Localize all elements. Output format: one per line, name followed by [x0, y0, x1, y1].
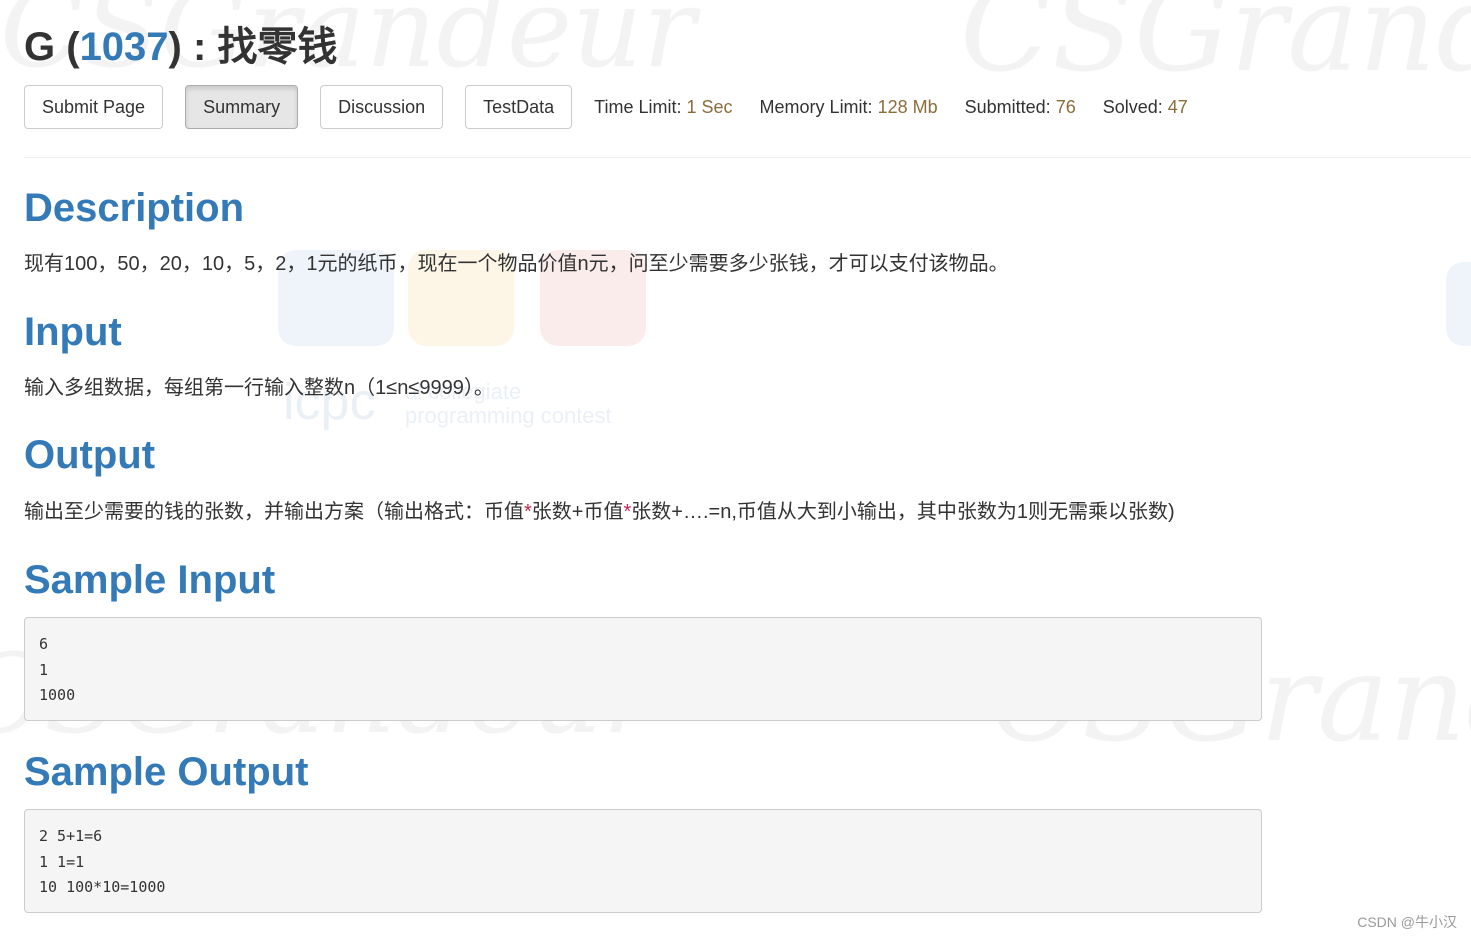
description-text: 现有100，50，20，10，5，2，1元的纸币，现在一个物品价值n元，问至少需…	[24, 253, 1009, 275]
multiply-code: *	[524, 501, 532, 523]
time-limit-value: 1 Sec	[686, 97, 733, 117]
solved-value: 47	[1167, 97, 1188, 117]
output-text-part: 张数+….=n,币值从大到小输出，其中张数为1则无需乘以张数)	[631, 501, 1175, 523]
memory-limit: Memory Limit: 128 Mb	[760, 85, 938, 129]
output-text: 输出至少需要的钱的张数，并输出方案（输出格式：币值*张数+币值*张数+….=n,…	[24, 498, 1175, 526]
input-text: 输入多组数据，每组第一行输入整数n（1≤n≤9999）。	[24, 377, 494, 399]
description-heading: Description	[24, 186, 245, 230]
problem-name: 找零钱	[217, 25, 338, 69]
submit-page-button[interactable]: Submit Page	[24, 85, 164, 129]
testdata-button[interactable]: TestData	[465, 85, 573, 129]
sample-input-heading: Sample Input	[24, 558, 276, 602]
memory-limit-label: Memory Limit:	[759, 97, 873, 117]
sample-output-block[interactable]: 2 5+1=6 1 1=1 10 100*10=1000	[24, 809, 1262, 913]
contest-watermark-line: programming contest	[405, 403, 612, 428]
input-heading: Input	[24, 310, 122, 354]
csdn-credit: CSDN @牛小汉	[1357, 914, 1457, 930]
output-heading: Output	[24, 433, 156, 477]
submitted-value: 76	[1055, 97, 1076, 117]
problem-id: 1037	[79, 25, 169, 69]
submitted-label: Submitted:	[964, 97, 1051, 117]
page-title: G (1037) : 找零钱	[24, 25, 338, 69]
output-text-part: 张数+币值	[531, 501, 624, 523]
discussion-button[interactable]: Discussion	[320, 85, 444, 129]
summary-button[interactable]: Summary	[185, 85, 299, 129]
memory-limit-value: 128 Mb	[877, 97, 938, 117]
header-divider	[24, 157, 1471, 158]
time-limit: Time Limit: 1 Sec	[594, 85, 732, 129]
solved-label: Solved:	[1102, 97, 1163, 117]
problem-toolbar: Submit Page Summary Discussion TestData …	[24, 84, 1215, 130]
time-limit-label: Time Limit:	[594, 97, 682, 117]
sample-output-heading: Sample Output	[24, 750, 309, 794]
sample-input-block[interactable]: 6 1 1000	[24, 617, 1262, 721]
icpc-logo-block	[1446, 262, 1471, 346]
submitted-count: Submitted: 76	[965, 85, 1076, 129]
problem-letter: G	[24, 25, 56, 69]
output-text-part: 输出至少需要的钱的张数，并输出方案（输出格式：币值	[24, 501, 524, 523]
solved-count: Solved: 47	[1103, 85, 1188, 129]
